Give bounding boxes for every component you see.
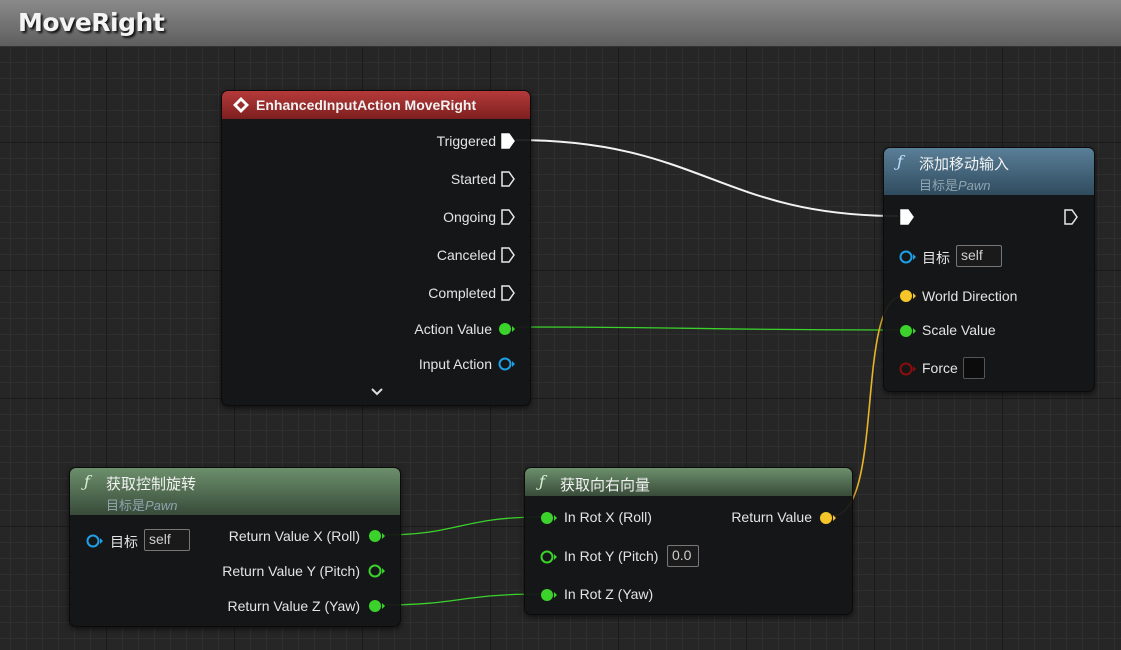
node-title: 获取向右向量 [560, 477, 651, 494]
pin-label-force: Force [922, 360, 958, 376]
pin-label-input-action: Input Action [418, 356, 492, 372]
object-pin-target[interactable] [899, 250, 917, 264]
action-value-wire[interactable] [513, 326, 903, 331]
object-pin-target[interactable] [86, 534, 104, 548]
function-f-icon: ƒ [539, 472, 545, 491]
float-pin-in-rot-z[interactable] [540, 588, 558, 602]
get-right-vector-node[interactable]: ƒ 获取向右向量 In Rot X (Roll) Return Value In… [524, 467, 853, 615]
float-pin-in-rot-x[interactable] [540, 511, 558, 525]
pin-label-in-rot-y: In Rot Y (Pitch) [564, 548, 659, 564]
node-subtitle: 目标是Pawn [106, 498, 178, 513]
pin-label-in-rot-z: In Rot Z (Yaw) [564, 586, 654, 602]
object-pin-input-action[interactable] [498, 357, 516, 371]
force-checkbox[interactable] [963, 357, 985, 379]
function-f-icon: ƒ [84, 472, 90, 491]
add-movement-input-node[interactable]: ƒ 添加移动输入 目标是Pawn 目标 self World Direction… [883, 147, 1095, 392]
event-diamond-icon [233, 97, 249, 113]
float-pin-in-rot-y[interactable] [540, 550, 558, 564]
pin-label-started: Started [450, 171, 496, 187]
vector-pin-return-value[interactable] [819, 511, 837, 525]
exec-pin-completed[interactable] [501, 285, 515, 301]
chevron-down-icon[interactable] [370, 387, 384, 397]
exec-pin-canceled[interactable] [501, 247, 515, 263]
pin-label-completed: Completed [428, 285, 496, 301]
pin-label-in-rot-x: In Rot X (Roll) [564, 509, 652, 525]
pin-label-action-value: Action Value [414, 321, 492, 337]
node-title: 添加移动输入 [919, 156, 1010, 173]
get-control-rotation-node[interactable]: ƒ 获取控制旋转 目标是Pawn 目标 self Return Value X … [69, 467, 401, 627]
node-title: EnhancedInputAction MoveRight [256, 97, 477, 113]
bool-pin-force[interactable] [899, 362, 917, 376]
exec-pin-started[interactable] [501, 171, 515, 187]
pin-label-ongoing: Ongoing [443, 209, 496, 225]
pin-label-target: 目标 [110, 534, 138, 550]
node-subtitle: 目标是Pawn [919, 178, 991, 193]
pin-label-return-z: Return Value Z (Yaw) [227, 598, 360, 614]
exec-wire[interactable] [515, 139, 899, 217]
exec-out-pin[interactable] [1064, 209, 1078, 225]
exec-pin-ongoing[interactable] [501, 209, 515, 225]
in-rot-y-input[interactable]: 0.0 [667, 545, 699, 567]
pin-label-triggered: Triggered [436, 133, 496, 149]
pin-label-canceled: Canceled [436, 247, 496, 263]
float-pin-return-z[interactable] [368, 599, 386, 613]
float-pin-return-y[interactable] [368, 564, 386, 578]
roll-wire[interactable] [381, 516, 543, 536]
float-pin-return-x[interactable] [368, 529, 386, 543]
pin-label-scale-value: Scale Value [922, 322, 996, 338]
pin-label-world-direction: World Direction [922, 288, 1018, 304]
yaw-wire[interactable] [381, 593, 543, 606]
vector-pin-world-direction[interactable] [899, 289, 917, 303]
function-f-icon: ƒ [897, 152, 903, 171]
float-pin-action-value[interactable] [498, 322, 516, 336]
node-title: 获取控制旋转 [106, 476, 197, 493]
exec-in-pin[interactable] [900, 209, 914, 225]
pin-label-return-value: Return Value [731, 509, 812, 525]
target-input[interactable]: self [144, 529, 190, 551]
exec-pin-triggered[interactable] [501, 133, 515, 149]
target-input[interactable]: self [956, 245, 1002, 267]
pin-label-return-y: Return Value Y (Pitch) [222, 563, 360, 579]
enhanced-input-action-node[interactable]: EnhancedInputAction MoveRight Triggered … [221, 90, 531, 406]
float-pin-scale-value[interactable] [899, 324, 917, 338]
pin-label-return-x: Return Value X (Roll) [228, 528, 360, 544]
pin-label-target: 目标 [922, 250, 950, 266]
